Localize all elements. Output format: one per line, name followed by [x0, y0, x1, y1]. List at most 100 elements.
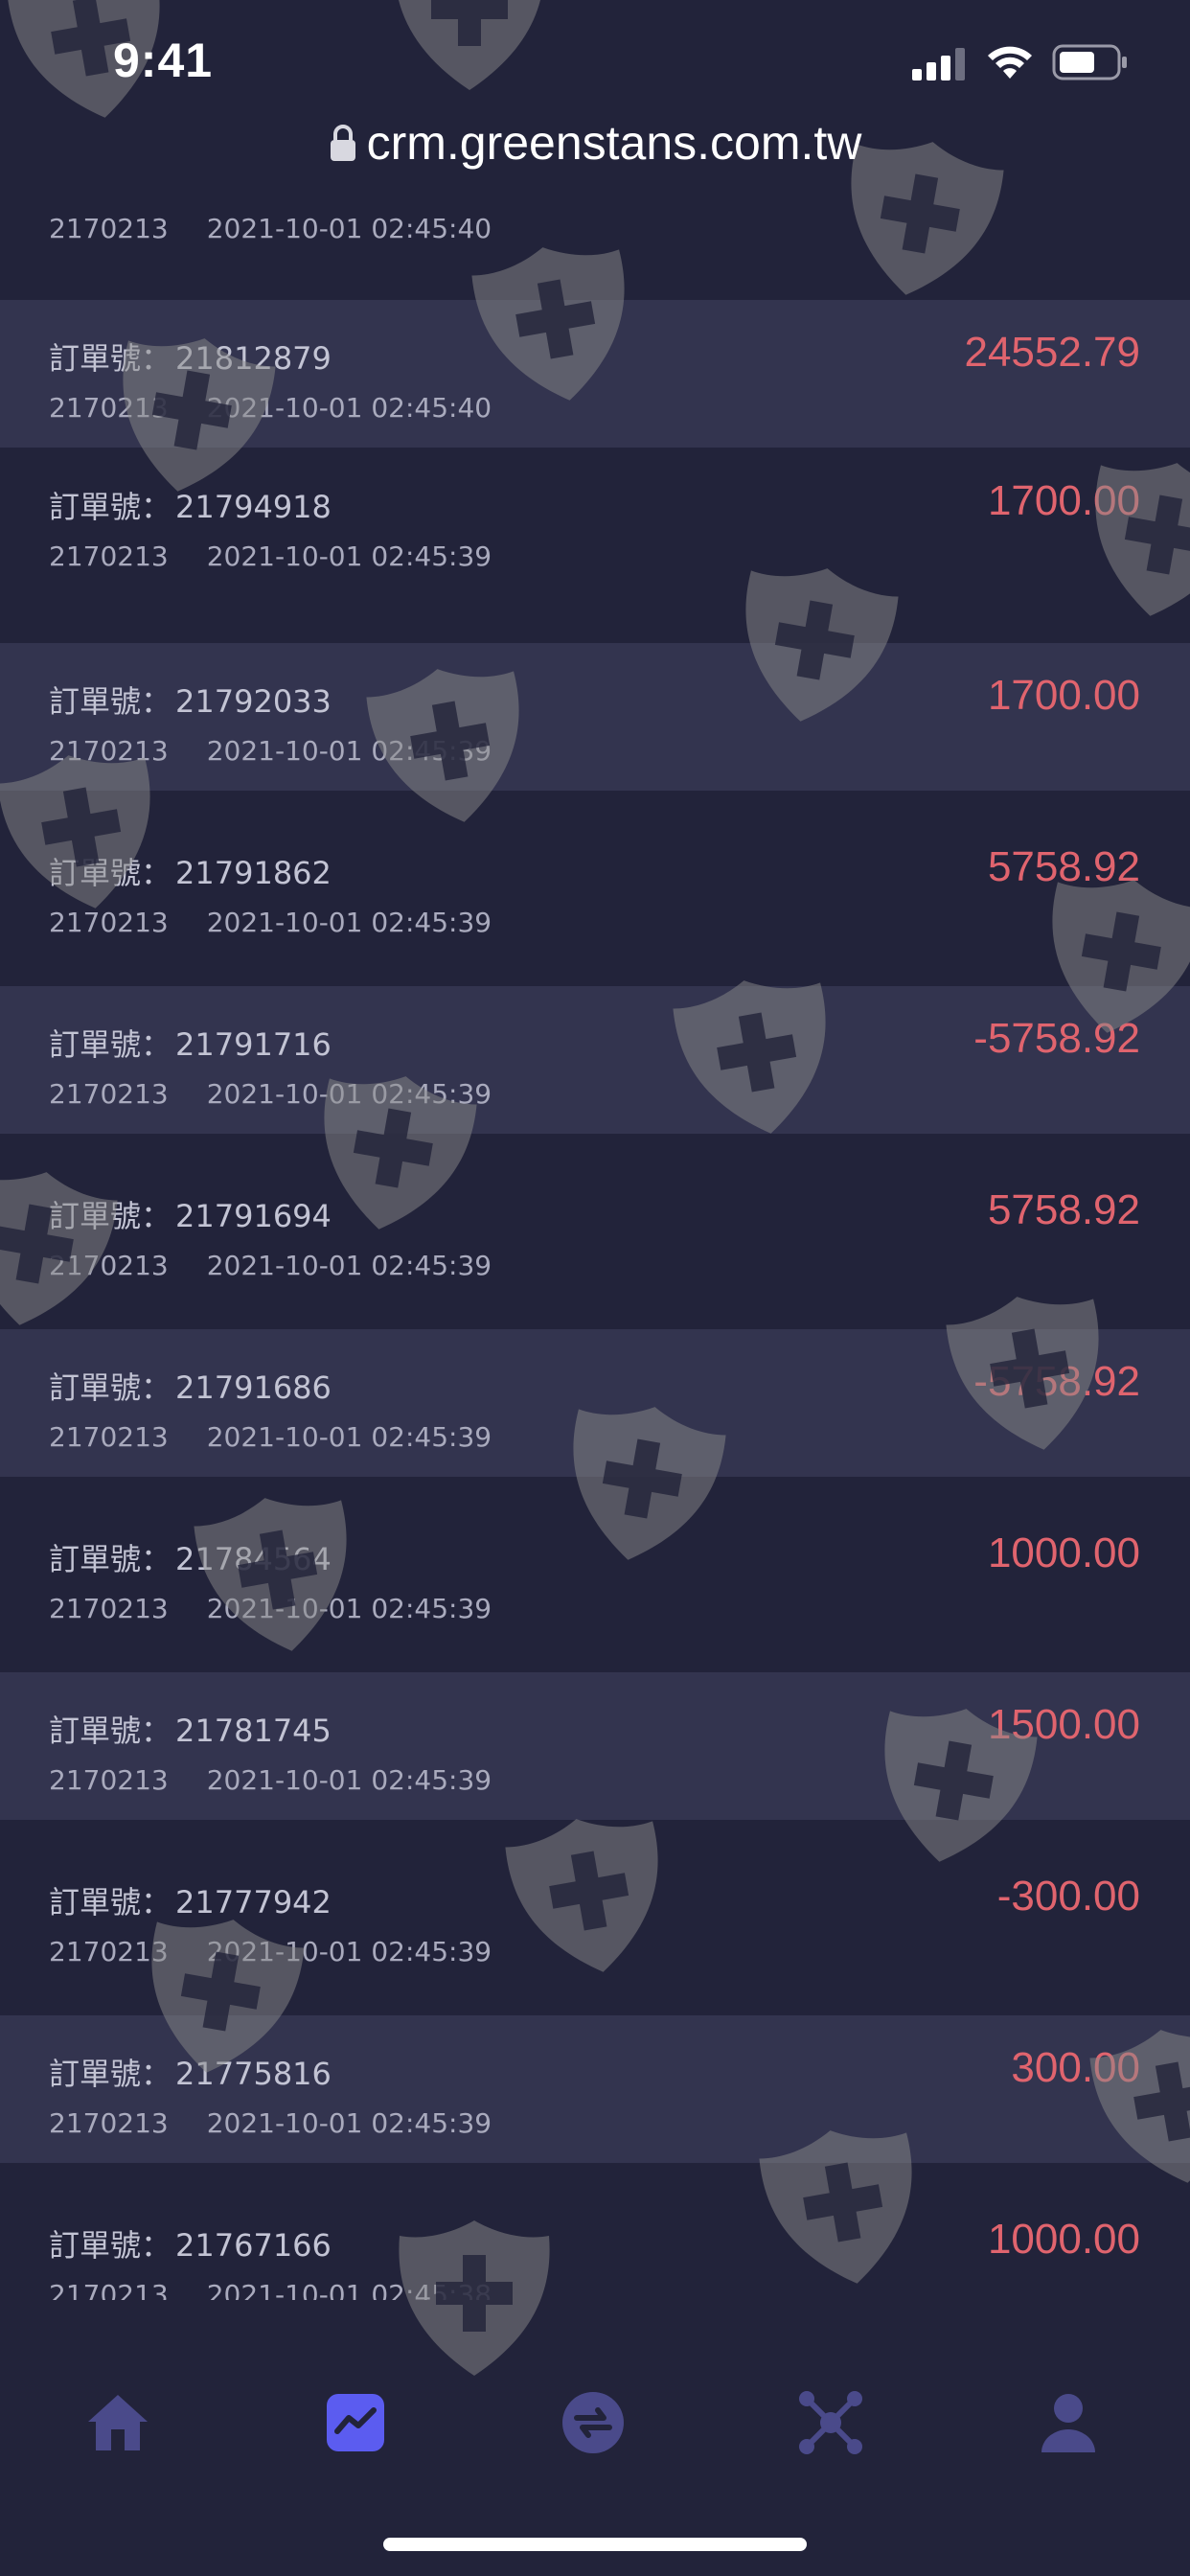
transaction-meta: 2170213 2021-10-01 02:45:39: [49, 735, 492, 767]
home-indicator[interactable]: [383, 2538, 807, 2551]
order-label: 訂單號：: [49, 2227, 172, 2264]
order-label: 訂單號：: [49, 1369, 172, 1406]
transaction-row[interactable]: 訂單號： 21775816 2170213 2021-10-01 02:45:39 30…: [0, 2015, 1190, 2163]
account-number: 2170213: [49, 2107, 169, 2139]
transaction-meta: 2170213 2021-10-01 02:45:40: [49, 213, 492, 244]
transaction-datetime: 2021-10-01 02:45:39: [206, 735, 492, 767]
transaction-meta: 2170213 2021-10-01 02:45:39: [49, 1593, 492, 1624]
order-number: 21812879: [175, 340, 332, 377]
order-line: 訂單號： 21794918: [49, 483, 332, 527]
transaction-datetime: 2021-10-01 02:45:39: [206, 1250, 492, 1281]
transaction-meta: 2170213 2021-10-01 02:45:39: [49, 1764, 492, 1796]
order-number: 21784564: [175, 1541, 332, 1577]
transaction-row[interactable]: 訂單號： 21792033 2170213 2021-10-01 02:45:39 17…: [0, 643, 1190, 791]
order-number: 21791686: [175, 1369, 332, 1406]
account-number: 2170213: [49, 1421, 169, 1453]
order-number: 21794918: [175, 489, 332, 525]
transaction-row[interactable]: 訂單號： 21767166 2170213 2021-10-01 02:45:38 10…: [0, 2187, 1190, 2300]
order-number: 21767166: [175, 2227, 332, 2264]
user-icon: [1041, 2394, 1095, 2452]
transaction-amount: 24552.79: [964, 329, 1140, 376]
transaction-row[interactable]: 訂單號： 21781745 2170213 2021-10-01 02:45:39 15…: [0, 1672, 1190, 1820]
transaction-datetime: 2021-10-01 02:45:39: [206, 1421, 492, 1453]
order-line: 訂單號： 21792033: [49, 678, 332, 722]
transaction-list[interactable]: 2170213 2021-10-01 02:45:40 訂單號： 21812879 21…: [0, 0, 1190, 2300]
lock-icon: [330, 125, 355, 161]
transaction-meta: 2170213 2021-10-01 02:45:39: [49, 2107, 492, 2139]
order-label: 訂單號：: [49, 340, 172, 377]
order-number: 21777942: [175, 1884, 332, 1920]
cellular-signal-icon: [912, 48, 965, 80]
order-label: 訂單號：: [49, 1884, 172, 1920]
order-line: 訂單號： 21791694: [49, 1192, 332, 1236]
transaction-datetime: 2021-10-01 02:45:38: [206, 2279, 492, 2300]
order-line: 訂單號： 21791716: [49, 1021, 332, 1065]
order-line: 訂單號： 21775816: [49, 2050, 332, 2094]
transaction-datetime: 2021-10-01 02:45:39: [206, 1936, 492, 1967]
order-label: 訂單號：: [49, 1541, 172, 1577]
account-number: 2170213: [49, 1936, 169, 1967]
chart-icon: [327, 2394, 384, 2451]
transaction-row[interactable]: 訂單號： 21784564 2170213 2021-10-01 02:45:39 10…: [0, 1501, 1190, 1648]
transaction-amount: 1000.00: [987, 1530, 1140, 1576]
transaction-meta: 2170213 2021-10-01 02:45:39: [49, 540, 492, 572]
order-line: 訂單號： 21812879: [49, 334, 332, 379]
exchange-icon: [562, 2392, 624, 2453]
transaction-amount: 300.00: [1011, 2044, 1140, 2091]
tab-exchange[interactable]: [555, 2384, 631, 2461]
transaction-meta: 2170213 2021-10-01 02:45:39: [49, 907, 492, 938]
order-number: 21791862: [175, 855, 332, 891]
account-number: 2170213: [49, 540, 169, 572]
account-number: 2170213: [49, 907, 169, 938]
transaction-amount: 1700.00: [987, 672, 1140, 719]
transaction-amount: -300.00: [996, 1873, 1140, 1920]
transaction-meta: 2170213 2021-10-01 02:45:38: [49, 2279, 492, 2300]
order-label: 訂單號：: [49, 1198, 172, 1234]
order-number: 21792033: [175, 683, 332, 720]
tab-home[interactable]: [80, 2384, 156, 2461]
tab-network[interactable]: [792, 2384, 869, 2461]
transaction-datetime: 2021-10-01 02:45:39: [206, 907, 492, 938]
transaction-meta: 2170213 2021-10-01 02:45:39: [49, 1250, 492, 1281]
transaction-row[interactable]: 訂單號： 21791862 2170213 2021-10-01 02:45:39 57…: [0, 815, 1190, 962]
transaction-meta: 2170213 2021-10-01 02:45:39: [49, 1936, 492, 1967]
order-number: 21791694: [175, 1198, 332, 1234]
transaction-datetime: 2021-10-01 02:45:39: [206, 1078, 492, 1110]
transaction-datetime: 2021-10-01 02:45:39: [206, 1764, 492, 1796]
transaction-amount: 5758.92: [987, 843, 1140, 890]
transaction-amount: 1700.00: [987, 477, 1140, 524]
order-label: 訂單號：: [49, 1026, 172, 1063]
tab-bar: [0, 2300, 1190, 2576]
order-label: 訂單號：: [49, 1713, 172, 1749]
order-line: 訂單號： 21791862: [49, 849, 332, 893]
order-label: 訂單號：: [49, 855, 172, 891]
account-number: 2170213: [49, 392, 169, 424]
order-label: 訂單號：: [49, 683, 172, 720]
transaction-datetime: 2021-10-01 02:45:40: [206, 213, 492, 244]
address-bar[interactable]: crm.greenstans.com.tw: [0, 105, 1190, 182]
status-time: 9:41: [113, 34, 214, 87]
transaction-amount: -5758.92: [973, 1015, 1140, 1062]
order-line: 訂單號： 21777942: [49, 1878, 332, 1922]
tab-profile[interactable]: [1030, 2384, 1107, 2461]
transaction-row[interactable]: 訂單號： 21812879 2170213 2021-10-01 02:45:40 24…: [0, 300, 1190, 448]
transaction-row[interactable]: 訂單號： 21791694 2170213 2021-10-01 02:45:39 57…: [0, 1158, 1190, 1305]
transaction-datetime: 2021-10-01 02:45:39: [206, 1593, 492, 1624]
url-text: crm.greenstans.com.tw: [366, 116, 862, 170]
order-line: 訂單號： 21781745: [49, 1707, 332, 1751]
order-line: 訂單號： 21767166: [49, 2221, 332, 2266]
account-number: 2170213: [49, 2279, 169, 2300]
order-label: 訂單號：: [49, 2056, 172, 2092]
account-number: 2170213: [49, 1593, 169, 1624]
transaction-row[interactable]: 訂單號： 21794918 2170213 2021-10-01 02:45:39 17…: [0, 448, 1190, 596]
transaction-row[interactable]: 訂單號： 21791686 2170213 2021-10-01 02:45:39 -5…: [0, 1329, 1190, 1477]
account-number: 2170213: [49, 735, 169, 767]
transaction-amount: 5758.92: [987, 1186, 1140, 1233]
transaction-row[interactable]: 訂單號： 21777942 2170213 2021-10-01 02:45:39 -3…: [0, 1844, 1190, 1991]
order-number: 21781745: [175, 1713, 332, 1749]
transaction-datetime: 2021-10-01 02:45:40: [206, 392, 492, 424]
transaction-meta: 2170213 2021-10-01 02:45:40: [49, 392, 492, 424]
tab-chart[interactable]: [317, 2384, 394, 2461]
home-icon: [88, 2395, 148, 2450]
transaction-row[interactable]: 訂單號： 21791716 2170213 2021-10-01 02:45:39 -5…: [0, 986, 1190, 1134]
